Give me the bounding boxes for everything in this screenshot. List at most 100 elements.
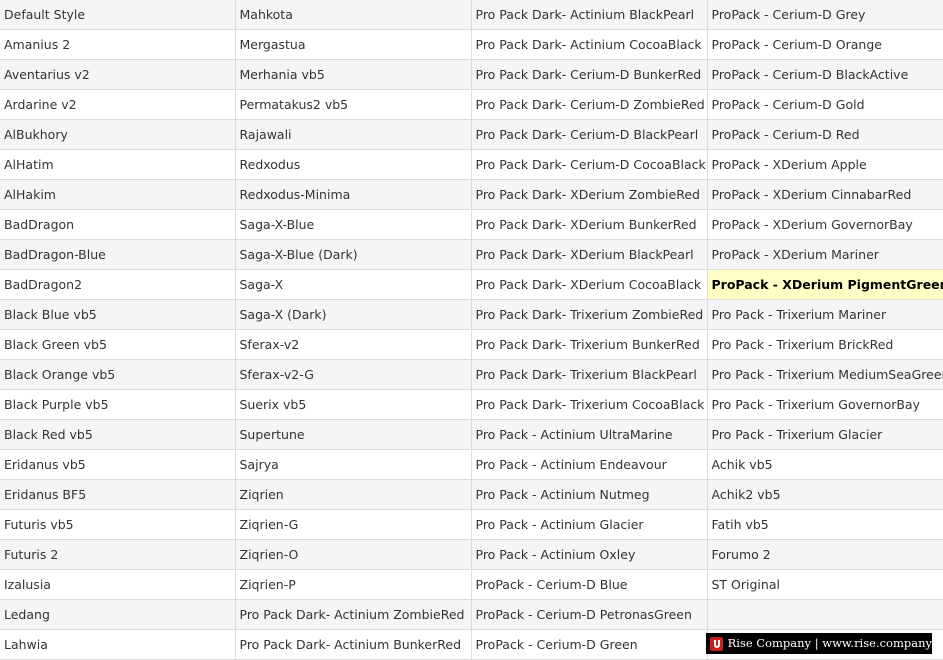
style-option[interactable]: Saga-X (Dark) <box>235 299 472 330</box>
style-option[interactable]: Ziqrien-O <box>235 539 472 570</box>
style-option[interactable]: Achik2 vb5 <box>707 479 943 510</box>
style-option[interactable]: Lahwia <box>0 629 236 660</box>
style-option[interactable]: Futuris 2 <box>0 539 236 570</box>
style-option[interactable]: Pro Pack Dark- Trixerium BunkerRed <box>471 329 708 360</box>
style-option[interactable]: Pro Pack - Trixerium MediumSeaGreen <box>707 359 943 390</box>
style-option[interactable]: Pro Pack Dark- Cerium-D ZombieRed <box>471 89 708 120</box>
style-option[interactable]: Aventarius v2 <box>0 59 236 90</box>
style-option[interactable]: Sferax-v2 <box>235 329 472 360</box>
style-option[interactable]: Achik vb5 <box>707 449 943 480</box>
style-option[interactable]: AlHakim <box>0 179 236 210</box>
style-option[interactable]: ProPack - XDerium Mariner <box>707 239 943 270</box>
style-option[interactable]: Pro Pack Dark- XDerium BlackPearl <box>471 239 708 270</box>
style-option[interactable]: Eridanus BF5 <box>0 479 236 510</box>
style-option[interactable]: Default Style <box>0 0 236 30</box>
style-option[interactable]: Pro Pack - Trixerium BrickRed <box>707 329 943 360</box>
style-option[interactable]: BadDragon-Blue <box>0 239 236 270</box>
style-option[interactable]: Mahkota <box>235 0 472 30</box>
style-option[interactable]: Pro Pack - Trixerium Mariner <box>707 299 943 330</box>
style-option[interactable]: Supertune <box>235 419 472 450</box>
style-option[interactable]: Black Blue vb5 <box>0 299 236 330</box>
style-option[interactable]: Black Orange vb5 <box>0 359 236 390</box>
style-option[interactable]: Suerix vb5 <box>235 389 472 420</box>
table-row: BadDragon Saga-X-Blue Pro Pack Dark- XDeri… <box>0 209 943 240</box>
style-option[interactable]: ProPack - XDerium GovernorBay <box>707 209 943 240</box>
style-option[interactable]: Redxodus <box>235 149 472 180</box>
style-option[interactable]: Amanius 2 <box>0 29 236 60</box>
style-option[interactable]: BadDragon2 <box>0 269 236 300</box>
style-option-selected[interactable]: ProPack - XDerium PigmentGreen <box>707 269 943 300</box>
style-option[interactable]: Pro Pack Dark- Cerium-D BlackPearl <box>471 119 708 150</box>
style-option[interactable]: Pro Pack Dark- Cerium-D BunkerRed <box>471 59 708 90</box>
table-row: Futuris vb5 Ziqrien-G Pro Pack - Actinium … <box>0 509 943 540</box>
style-option[interactable]: Black Red vb5 <box>0 419 236 450</box>
style-option[interactable]: ST Original <box>707 569 943 600</box>
style-option[interactable]: Black Green vb5 <box>0 329 236 360</box>
style-option[interactable]: ProPack - Cerium-D Green <box>471 629 708 660</box>
style-option[interactable]: ProPack - Cerium-D BlackActive <box>707 59 943 90</box>
style-option[interactable]: Fatih vb5 <box>707 509 943 540</box>
style-option[interactable]: Ardarine v2 <box>0 89 236 120</box>
style-option[interactable]: Pro Pack Dark- XDerium CocoaBlack <box>471 269 708 300</box>
style-option[interactable]: ProPack - XDerium CinnabarRed <box>707 179 943 210</box>
table-row: Black Blue vb5 Saga-X (Dark) Pro Pack Dark… <box>0 299 943 330</box>
style-option[interactable]: Ledang <box>0 599 236 630</box>
style-option[interactable]: AlHatim <box>0 149 236 180</box>
style-option[interactable]: Sferax-v2-G <box>235 359 472 390</box>
style-option[interactable]: ProPack - Cerium-D Gold <box>707 89 943 120</box>
style-option[interactable]: ProPack - Cerium-D Blue <box>471 569 708 600</box>
style-option[interactable]: Pro Pack Dark- Actinium ZombieRed <box>235 599 472 630</box>
watermark-text: Rise Company | www.rise.company <box>727 636 932 650</box>
table-row: Black Green vb5 Sferax-v2 Pro Pack Dark- T… <box>0 329 943 360</box>
style-option[interactable]: Ziqrien-G <box>235 509 472 540</box>
style-option[interactable]: Redxodus-Minima <box>235 179 472 210</box>
style-option[interactable]: ProPack - Cerium-D Grey <box>707 0 943 30</box>
style-option[interactable]: Pro Pack Dark- Trixerium CocoaBlack <box>471 389 708 420</box>
style-option[interactable]: Pro Pack - Actinium Glacier <box>471 509 708 540</box>
style-option[interactable]: Pro Pack - Trixerium Glacier <box>707 419 943 450</box>
style-option[interactable]: Rajawali <box>235 119 472 150</box>
style-option[interactable]: BadDragon <box>0 209 236 240</box>
style-option[interactable]: Merhania vb5 <box>235 59 472 90</box>
style-option[interactable]: Saga-X <box>235 269 472 300</box>
style-option[interactable]: Futuris vb5 <box>0 509 236 540</box>
style-option[interactable]: Permatakus2 vb5 <box>235 89 472 120</box>
style-option[interactable]: Pro Pack - Actinium UltraMarine <box>471 419 708 450</box>
style-option[interactable]: AlBukhory <box>0 119 236 150</box>
style-option[interactable]: Forumo 2 <box>707 539 943 570</box>
style-option[interactable]: Pro Pack - Actinium Endeavour <box>471 449 708 480</box>
style-option[interactable]: ProPack - Cerium-D Red <box>707 119 943 150</box>
style-option[interactable]: Izalusia <box>0 569 236 600</box>
style-option[interactable]: Pro Pack Dark- Cerium-D CocoaBlack <box>471 149 708 180</box>
style-option[interactable]: Sajrya <box>235 449 472 480</box>
style-option[interactable]: Pro Pack Dark- XDerium ZombieRed <box>471 179 708 210</box>
style-option[interactable]: Ziqrien <box>235 479 472 510</box>
style-option[interactable]: Pro Pack Dark- XDerium BunkerRed <box>471 209 708 240</box>
table-row: Black Red vb5 Supertune Pro Pack - Actiniu… <box>0 419 943 450</box>
style-option[interactable]: Mergastua <box>235 29 472 60</box>
style-option[interactable]: Pro Pack - Actinium Oxley <box>471 539 708 570</box>
style-option[interactable]: Pro Pack Dark- Actinium CocoaBlack <box>471 29 708 60</box>
table-row: Aventarius v2 Merhania vb5 Pro Pack Dark- … <box>0 59 943 90</box>
style-option[interactable]: Pro Pack - Trixerium GovernorBay <box>707 389 943 420</box>
style-option[interactable]: ProPack - Cerium-D PetronasGreen <box>471 599 708 630</box>
style-option[interactable]: Saga-X-Blue <box>235 209 472 240</box>
style-option[interactable]: Saga-X-Blue (Dark) <box>235 239 472 270</box>
table-row: Ledang Pro Pack Dark- Actinium ZombieRed P… <box>0 599 943 630</box>
style-option[interactable]: Black Purple vb5 <box>0 389 236 420</box>
style-option[interactable]: ProPack - Cerium-D Orange <box>707 29 943 60</box>
style-option[interactable]: Eridanus vb5 <box>0 449 236 480</box>
table-row: Amanius 2 Mergastua Pro Pack Dark- Actiniu… <box>0 29 943 60</box>
table-row: BadDragon-Blue Saga-X-Blue (Dark) Pro Pack… <box>0 239 943 270</box>
style-chooser-grid: Default Style Mahkota Pro Pack Dark- Actin… <box>0 0 943 660</box>
style-option[interactable]: Ziqrien-P <box>235 569 472 600</box>
style-option[interactable]: Pro Pack Dark- Actinium BlackPearl <box>471 0 708 30</box>
style-option[interactable]: Pro Pack Dark- Trixerium BlackPearl <box>471 359 708 390</box>
style-option[interactable]: Pro Pack Dark- Actinium BunkerRed <box>235 629 472 660</box>
style-option[interactable]: ProPack - XDerium Apple <box>707 149 943 180</box>
style-list: Default Style Mahkota Pro Pack Dark- Actin… <box>0 0 943 660</box>
table-row: AlHatim Redxodus Pro Pack Dark- Cerium-D C… <box>0 149 943 180</box>
style-option[interactable]: Pro Pack Dark- Trixerium ZombieRed <box>471 299 708 330</box>
style-option[interactable]: Pro Pack - Actinium Nutmeg <box>471 479 708 510</box>
table-row: Default Style Mahkota Pro Pack Dark- Actin… <box>0 0 943 30</box>
